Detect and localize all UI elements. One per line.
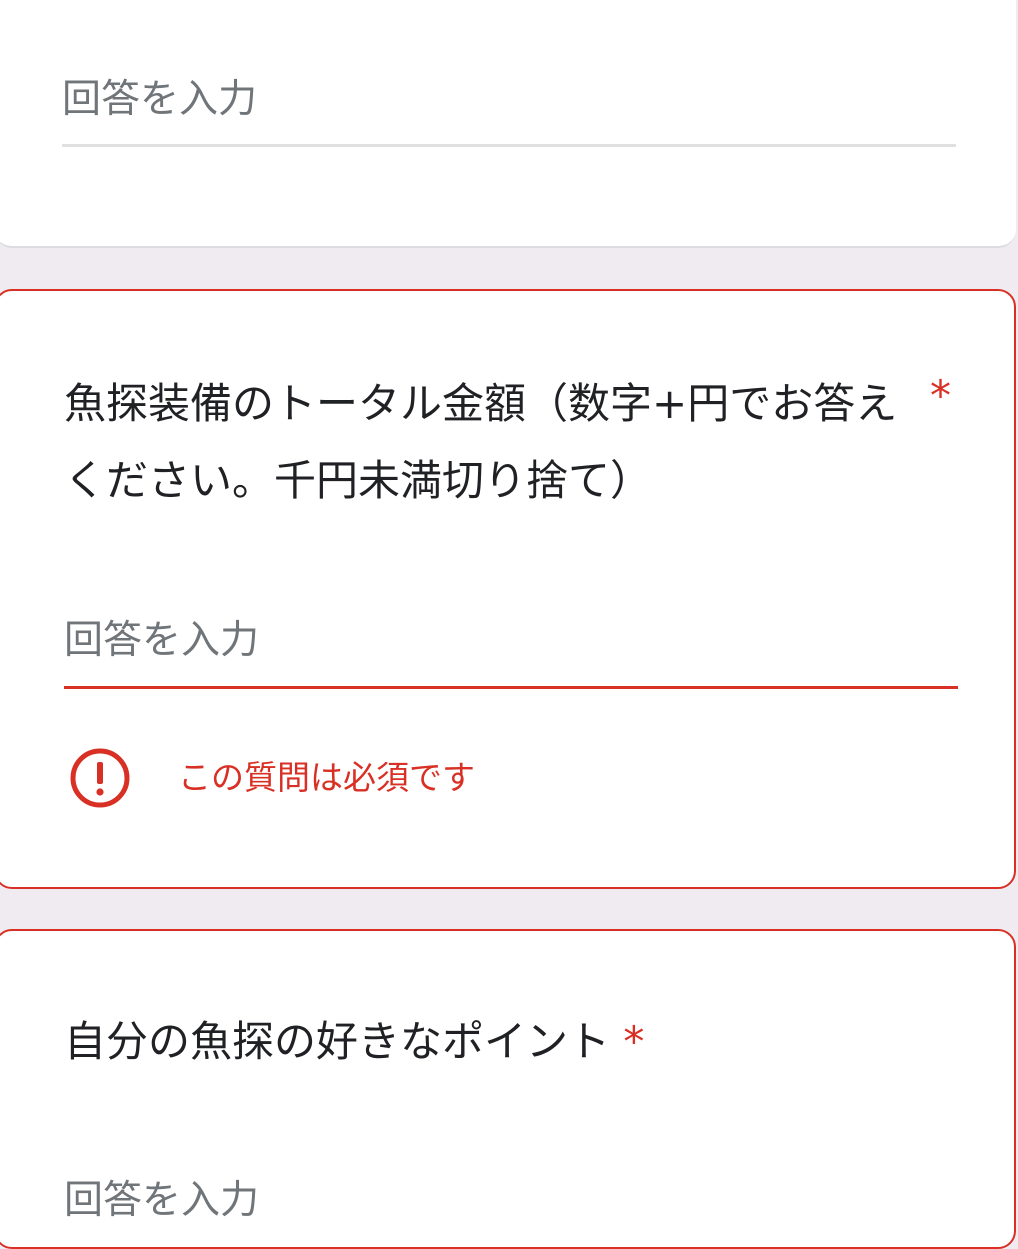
- question-card-previous: [0, 0, 1016, 248]
- question-title: 自分の魚探の好きなポイント *: [64, 1003, 964, 1080]
- question-title: 魚探装備のトータル金額（数字+円でお答えください。千円未満切り捨て）: [64, 379, 898, 505]
- required-asterisk: *: [623, 1017, 645, 1066]
- error-message: この質問は必須です: [178, 758, 475, 797]
- answer-input[interactable]: [64, 617, 958, 663]
- answer-input[interactable]: [62, 76, 956, 122]
- question-title-text: 自分の魚探の好きなポイント: [64, 1017, 611, 1066]
- alert-circle-icon: [70, 748, 130, 808]
- question-card-favorite-point: 自分の魚探の好きなポイント *: [0, 929, 1016, 1249]
- question-card-total-amount: 魚探装備のトータル金額（数字+円でお答えください。千円未満切り捨て） * この質…: [0, 289, 1016, 889]
- answer-input[interactable]: [64, 1177, 958, 1223]
- answer-input-underline: [64, 686, 958, 689]
- answer-input-underline: [62, 144, 956, 147]
- required-asterisk: *: [930, 371, 951, 420]
